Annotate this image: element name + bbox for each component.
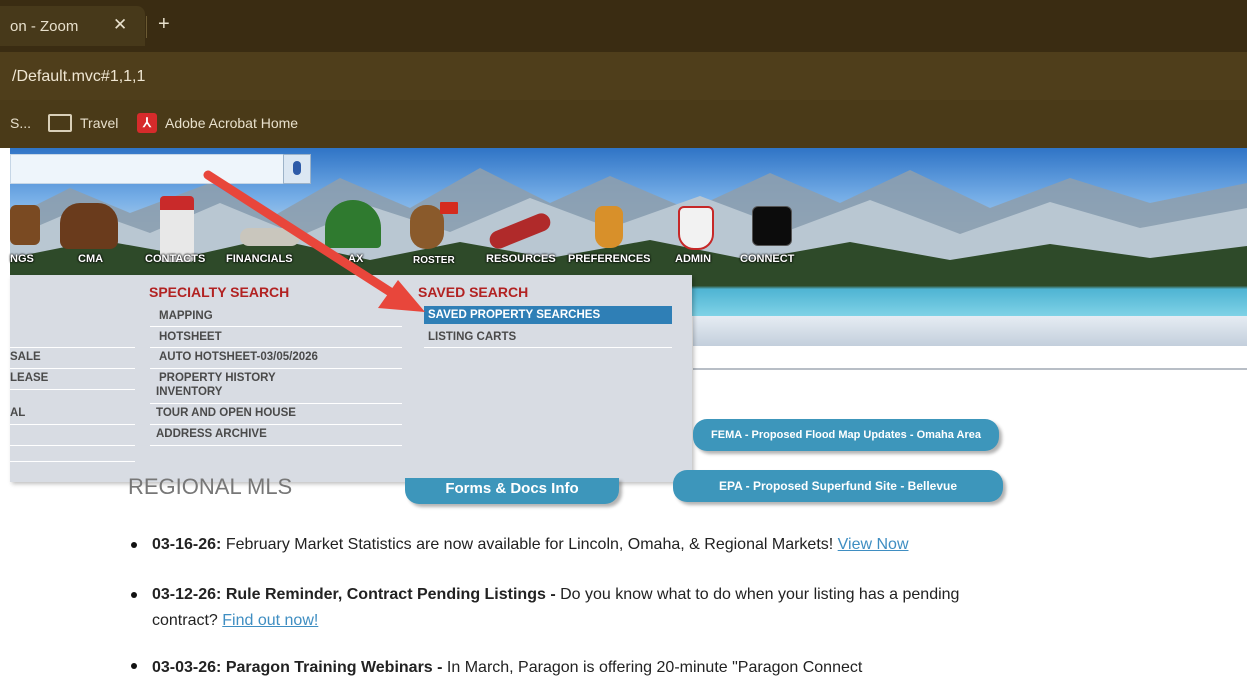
nav-item-tax[interactable]: AX	[348, 253, 363, 265]
tab-title[interactable]: on - Zoom	[10, 18, 78, 35]
bookmark-truncated[interactable]: S...	[10, 115, 31, 131]
microphone-icon[interactable]	[283, 154, 311, 184]
tab-close-icon[interactable]: ✕	[113, 15, 127, 35]
menu-item-auto-hotsheet[interactable]: AUTO HOTSHEET-03/05/2026	[159, 351, 318, 363]
news-item: 03-16-26: February Market Statistics are…	[152, 532, 992, 558]
saved-search-title: SAVED SEARCH	[418, 284, 529, 300]
menu-item-hotsheet[interactable]: HOTSHEET	[159, 331, 222, 343]
new-tab-icon[interactable]: +	[158, 13, 170, 36]
canada-flag-icon	[440, 202, 458, 214]
menu-separator	[150, 424, 402, 425]
nav-item-contacts[interactable]: CONTACTS	[145, 253, 205, 265]
nav-item-admin[interactable]: ADMIN	[675, 253, 711, 265]
search-input[interactable]	[10, 154, 284, 184]
url-text[interactable]: /Default.mvc#1,1,1	[12, 68, 145, 86]
menu-separator	[150, 368, 402, 369]
bullet	[131, 592, 137, 598]
beaver-icon[interactable]	[410, 205, 444, 249]
menu-item-saved-property-searches-label[interactable]: SAVED PROPERTY SEARCHES	[428, 309, 600, 321]
menu-item-lease[interactable]: LEASE	[10, 372, 48, 384]
menu-separator	[10, 461, 135, 462]
forms-docs-button[interactable]: Forms & Docs Info	[405, 478, 619, 504]
news-date: 03-16-26:	[152, 536, 222, 553]
news-item: 03-12-26: Rule Reminder, Contract Pendin…	[152, 582, 992, 634]
nav-item-resources[interactable]: RESOURCES	[486, 253, 556, 265]
menu-separator	[424, 347, 672, 348]
browser-tab-bar	[0, 0, 1247, 52]
menu-item-inventory[interactable]: INVENTORY	[156, 386, 222, 398]
menu-separator	[10, 445, 135, 446]
fema-flood-map-button[interactable]: FEMA - Proposed Flood Map Updates - Omah…	[693, 419, 999, 451]
rocks-icon[interactable]	[240, 228, 300, 246]
news-text: February Market Statistics are now avail…	[225, 536, 834, 553]
nav-item-connect[interactable]: CONNECT	[740, 253, 794, 265]
menu-item-property-history[interactable]: PROPERTY HISTORY	[159, 372, 276, 384]
news-date: 03-12-26:	[152, 586, 222, 603]
nav-item-listings[interactable]: NGS	[10, 253, 34, 265]
moose-icon[interactable]	[10, 205, 40, 245]
news-date: 03-03-26:	[152, 659, 222, 676]
bullet	[131, 663, 137, 669]
menu-separator	[10, 368, 135, 369]
folder-icon[interactable]	[48, 114, 72, 132]
bear-icon[interactable]	[60, 203, 118, 249]
header-divider	[693, 368, 1247, 370]
shield-icon[interactable]	[678, 206, 714, 250]
menu-separator	[150, 403, 402, 404]
find-out-now-link[interactable]: Find out now!	[222, 612, 318, 629]
nav-item-cma[interactable]: CMA	[78, 253, 103, 265]
bookmark-travel[interactable]: Travel	[80, 115, 118, 131]
header-band	[693, 316, 1247, 346]
menu-separator	[150, 445, 402, 446]
menu-item-tour-open-house[interactable]: TOUR AND OPEN HOUSE	[156, 407, 296, 419]
news-title: Rule Reminder, Contract Pending Listings…	[225, 586, 556, 603]
menu-separator	[150, 347, 402, 348]
tab-divider	[146, 16, 147, 38]
menu-item-listing-carts[interactable]: LISTING CARTS	[428, 331, 516, 343]
news-title: Paragon Training Webinars -	[225, 659, 443, 676]
pdf-icon[interactable]: ⅄	[137, 113, 157, 133]
epa-superfund-button[interactable]: EPA - Proposed Superfund Site - Bellevue	[673, 470, 1003, 502]
menu-item-mapping[interactable]: MAPPING	[159, 310, 213, 322]
menu-item-rental[interactable]: AL	[10, 407, 25, 419]
specialty-search-title: SPECIALTY SEARCH	[149, 284, 290, 300]
view-now-link[interactable]: View Now	[838, 536, 909, 553]
menu-item-address-archive[interactable]: ADDRESS ARCHIVE	[156, 428, 267, 440]
news-item: 03-03-26: Paragon Training Webinars - In…	[152, 655, 992, 681]
menu-separator	[10, 424, 135, 425]
nav-item-roster[interactable]: ROSTER	[413, 255, 455, 266]
address-bar[interactable]	[0, 52, 1247, 100]
bookmark-adobe-acrobat[interactable]: Adobe Acrobat Home	[165, 115, 298, 131]
regional-mls-heading: REGIONAL MLS	[128, 474, 293, 499]
menu-separator	[150, 326, 402, 327]
nav-item-financials[interactable]: FINANCIALS	[226, 253, 293, 265]
bullet	[131, 542, 137, 548]
menu-item-sale[interactable]: SALE	[10, 351, 41, 363]
nav-item-preferences[interactable]: PREFERENCES	[568, 253, 651, 265]
news-text: In March, Paragon is offering 20-minute …	[446, 659, 863, 676]
trees-icon[interactable]	[325, 200, 381, 248]
menu-separator	[10, 347, 135, 348]
menu-separator	[10, 389, 135, 390]
mountain-logo-icon[interactable]	[752, 206, 792, 246]
maple-syrup-icon[interactable]	[595, 206, 623, 248]
